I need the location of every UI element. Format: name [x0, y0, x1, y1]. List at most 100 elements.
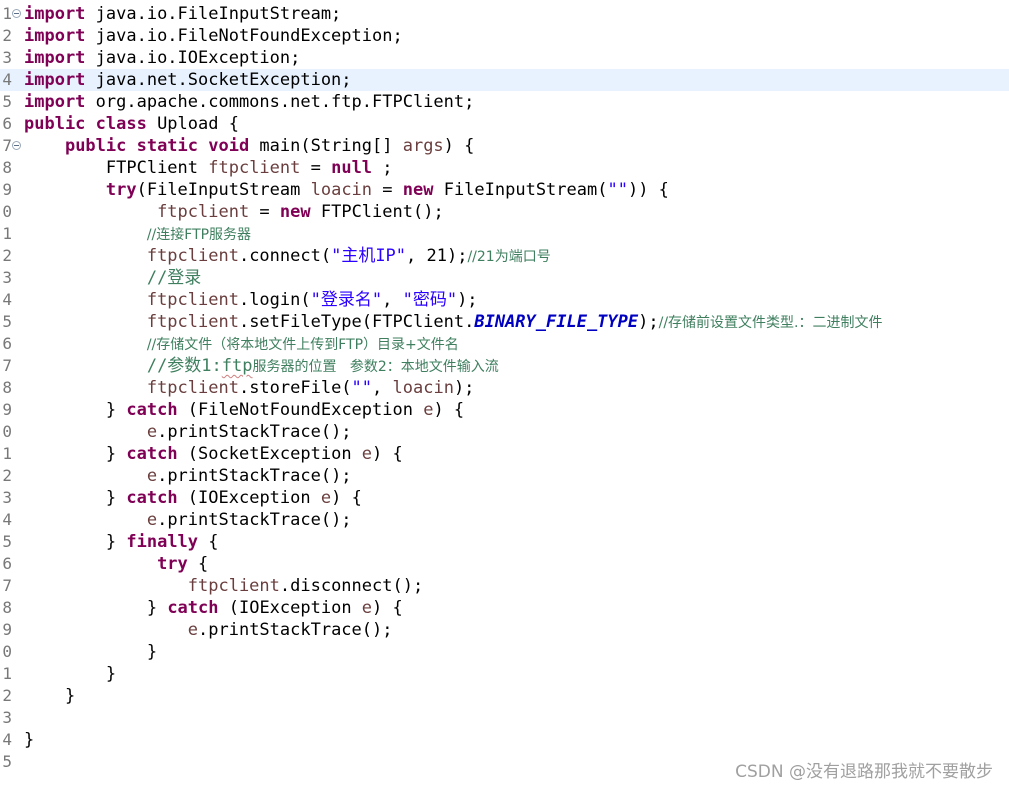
code-line[interactable]: 1 import java.io.FileInputStream; — [0, 3, 1009, 25]
line-number: 6 — [2, 114, 12, 133]
code-text: (IOException — [218, 598, 362, 618]
code-line[interactable]: 3 import java.io.IOException; — [0, 47, 1009, 69]
line-number: 2 — [2, 26, 12, 45]
line-number: 5 — [2, 312, 12, 331]
code-text: , — [382, 290, 403, 310]
code-line[interactable]: 5 ftpclient.setFileType(FTPClient.BINARY… — [0, 311, 1009, 333]
code-editor[interactable]: 1 import java.io.FileInputStream; 2 import… — [0, 3, 1009, 773]
code-line[interactable]: 8 ftpclient.storeFile("", loacin); — [0, 377, 1009, 399]
code-line[interactable]: 9 } catch (FileNotFoundException e) { — [0, 399, 1009, 421]
line-number: 6 — [2, 334, 12, 353]
line-number: 1 — [2, 664, 12, 683]
code-text: java.io.FileNotFoundException; — [85, 26, 403, 46]
code-text: FTPClient(); — [310, 202, 444, 222]
keyword: new — [402, 180, 434, 200]
code-line[interactable]: 6 public class Upload { — [0, 113, 1009, 135]
code-line[interactable]: 1 } catch (SocketException e) { — [0, 443, 1009, 465]
code-line[interactable]: 2 e.printStackTrace(); — [0, 465, 1009, 487]
code-line[interactable]: 7 //参数1:ftp服务器的位置 参数2：本地文件输入流 — [0, 355, 1009, 377]
code-line[interactable]: 7 public static void main(String[] args)… — [0, 135, 1009, 157]
code-line[interactable]: 2 import java.io.FileNotFoundException; — [0, 25, 1009, 47]
keyword: public static void — [64, 136, 250, 156]
code-text: ); — [453, 378, 475, 398]
code-line[interactable]: 5 import org.apache.commons.net.ftp.FTPCl… — [0, 91, 1009, 113]
keyword: catch — [126, 444, 178, 464]
code-line[interactable]: 6 try { — [0, 553, 1009, 575]
current-code-line[interactable]: 4 import java.net.SocketException; — [0, 69, 1009, 91]
code-line[interactable]: 0 ftpclient = new FTPClient(); — [0, 201, 1009, 223]
line-number: 7 — [2, 576, 12, 595]
code-text: main(String[] — [249, 136, 403, 156]
line-number: 5 — [2, 92, 12, 111]
fold-toggle-icon[interactable] — [12, 141, 21, 150]
code-text: )) { — [627, 180, 669, 200]
line-number: 2 — [2, 466, 12, 485]
code-text: org.apache.commons.net.ftp.FTPClient; — [85, 92, 475, 112]
comment: //参数1: — [146, 356, 222, 376]
code-line[interactable]: 9 try(FileInputStream loacin = new FileI… — [0, 179, 1009, 201]
code-line[interactable]: 8 } catch (IOException e) { — [0, 597, 1009, 619]
variable: loacin — [392, 378, 454, 398]
code-line[interactable]: 4 ftpclient.login("登录名", "密码"); — [0, 289, 1009, 311]
line-number: 5 — [2, 752, 12, 771]
code-text: .printStackTrace(); — [157, 510, 352, 530]
code-text: Upload { — [146, 114, 239, 134]
code-line[interactable]: 3 } catch (IOException e) { — [0, 487, 1009, 509]
string-literal: "密码" — [402, 290, 458, 310]
code-text: java.io.IOException; — [85, 48, 301, 68]
code-line[interactable]: 3 //登录 — [0, 267, 1009, 289]
keyword: import — [24, 26, 86, 46]
keyword: try — [105, 180, 137, 200]
code-line[interactable]: 8 FTPClient ftpclient = null ; — [0, 157, 1009, 179]
code-line[interactable]: 1 } — [0, 663, 1009, 685]
fold-toggle-icon[interactable] — [12, 9, 21, 18]
code-line[interactable]: 4 e.printStackTrace(); — [0, 509, 1009, 531]
code-text: { — [198, 532, 219, 552]
line-number: 8 — [2, 158, 12, 177]
code-text: ); — [457, 290, 478, 310]
code-text: } — [105, 664, 117, 684]
line-number: 2 — [2, 246, 12, 265]
code-text: ) { — [331, 488, 362, 508]
variable: e — [361, 444, 373, 464]
code-line[interactable]: 5 } finally { — [0, 531, 1009, 553]
code-line[interactable]: 9 e.printStackTrace(); — [0, 619, 1009, 641]
code-text: } — [64, 686, 76, 706]
code-text: .connect( — [238, 246, 332, 266]
string-literal: "登录名" — [310, 290, 383, 310]
keyword: null — [331, 158, 373, 178]
code-text: = — [249, 202, 280, 222]
code-line[interactable]: 1 //连接FTP服务器 — [0, 223, 1009, 245]
code-line[interactable]: 2 ftpclient.connect("主机IP", 21);//21为端口号 — [0, 245, 1009, 267]
code-line[interactable]: 6 //存储文件（将本地文件上传到FTP）目录+文件名 — [0, 333, 1009, 355]
code-line[interactable]: 7 ftpclient.disconnect(); — [0, 575, 1009, 597]
code-text: ); — [638, 312, 659, 332]
keyword: import — [24, 4, 86, 24]
code-line[interactable]: 3 — [0, 707, 1009, 729]
code-text: .printStackTrace(); — [157, 422, 352, 442]
code-line[interactable]: 0 e.printStackTrace(); — [0, 421, 1009, 443]
code-line[interactable]: 2 } — [0, 685, 1009, 707]
code-line[interactable]: 0 } — [0, 641, 1009, 663]
line-number: 9 — [2, 180, 12, 199]
code-text: } — [146, 642, 158, 662]
code-text: .printStackTrace(); — [157, 466, 352, 486]
code-text: } — [105, 400, 127, 420]
variable: e — [423, 400, 434, 420]
keyword: finally — [126, 532, 199, 552]
code-text: (IOException — [177, 488, 321, 508]
code-line[interactable]: 4} — [0, 729, 1009, 751]
code-text: java.io.FileInputStream; — [85, 4, 342, 24]
code-text: .setFileType(FTPClient. — [238, 312, 475, 332]
